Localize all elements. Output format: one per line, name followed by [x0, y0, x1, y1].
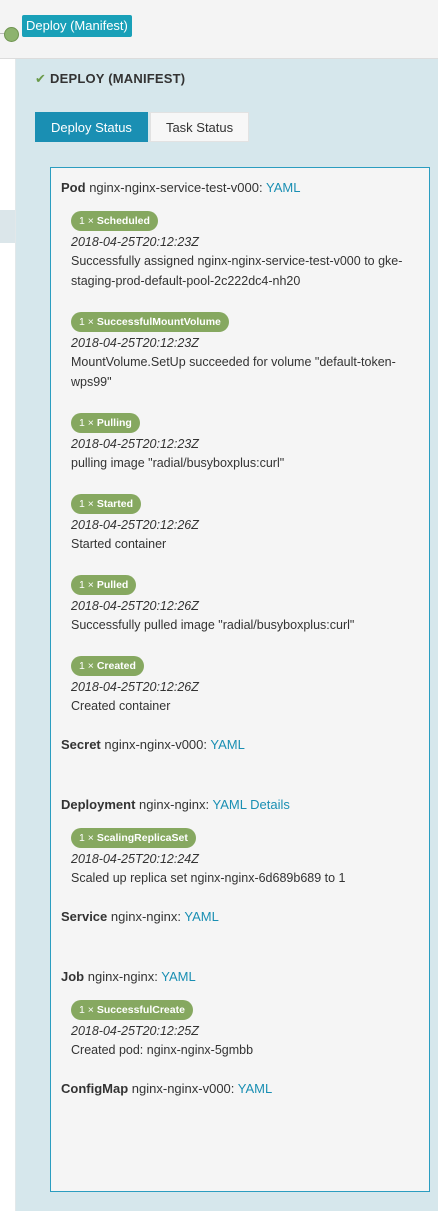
- configmap-yaml-link[interactable]: YAML: [238, 1081, 272, 1096]
- event-message: Created pod: nginx-nginx-5gmbb: [71, 1043, 254, 1057]
- event-time: 2018-04-25T20:12:26Z: [71, 599, 199, 613]
- event-badge: 1 × ScalingReplicaSet: [71, 828, 196, 848]
- resource-name: nginx-nginx-v000:: [104, 737, 207, 752]
- pod-yaml-link[interactable]: YAML: [266, 180, 300, 195]
- check-icon: ✔: [35, 71, 47, 86]
- event-item: 1 × Started 2018-04-25T20:12:26Z Started…: [71, 494, 419, 554]
- secret-yaml-link[interactable]: YAML: [210, 737, 244, 752]
- event-badge: 1 × Scheduled: [71, 211, 158, 231]
- resource-service: Service nginx-nginx: YAML: [61, 908, 419, 926]
- event-item: 1 × SuccessfulMountVolume 2018-04-25T20:…: [71, 312, 419, 392]
- resource-name: nginx-nginx:: [110, 909, 181, 924]
- event-item: 1 × SuccessfulCreate 2018-04-25T20:12:25…: [71, 1000, 419, 1060]
- event-message: Started container: [71, 537, 167, 551]
- job-yaml-link[interactable]: YAML: [161, 969, 195, 984]
- event-badge: 1 × SuccessfulMountVolume: [71, 312, 229, 332]
- deploy-status-content: Pod nginx-nginx-service-test-v000: YAML …: [61, 168, 419, 1098]
- stage-title-text: DEPLOY (MANIFEST): [50, 71, 186, 86]
- event-item: 1 × Pulled 2018-04-25T20:12:26Z Successf…: [71, 575, 419, 635]
- stage-status-dot[interactable]: [4, 27, 19, 42]
- event-time: 2018-04-25T20:12:23Z: [71, 437, 199, 451]
- resource-kind: Service: [61, 909, 108, 924]
- resource-kind: Secret: [61, 737, 101, 752]
- event-badge: 1 × Pulling: [71, 413, 140, 433]
- event-message: Successfully assigned nginx-nginx-servic…: [71, 254, 403, 268]
- resource-pod: Pod nginx-nginx-service-test-v000: YAML: [61, 179, 419, 197]
- resource-name: nginx-nginx:: [139, 797, 210, 812]
- tab-deploy-status[interactable]: Deploy Status: [35, 112, 148, 142]
- tab-task-status[interactable]: Task Status: [149, 112, 250, 142]
- event-message: pulling image "radial/busyboxplus:curl": [71, 456, 285, 470]
- event-message: MountVolume.SetUp succeeded for volume "…: [71, 355, 396, 369]
- event-time: 2018-04-25T20:12:23Z: [71, 336, 199, 350]
- resource-kind: Job: [61, 969, 85, 984]
- service-yaml-link[interactable]: YAML: [184, 909, 218, 924]
- event-message: Created container: [71, 699, 171, 713]
- deploy-status-box: Pod nginx-nginx-service-test-v000: YAML …: [50, 167, 430, 1192]
- resource-deployment: Deployment nginx-nginx: YAML Details: [61, 796, 419, 814]
- event-message: Successfully pulled image "radial/busybo…: [71, 618, 355, 632]
- stage-deploy-manifest[interactable]: Deploy (Manifest): [22, 15, 132, 37]
- event-time: 2018-04-25T20:12:23Z: [71, 235, 199, 249]
- resource-name: nginx-nginx-service-test-v000:: [89, 180, 263, 195]
- event-message-cont: staging-prod-default-pool-2c222dc4-nh20: [71, 274, 301, 288]
- resource-kind: Deployment: [61, 797, 136, 812]
- stage-detail-title: ✔ DEPLOY (MANIFEST): [35, 71, 185, 87]
- resource-configmap: ConfigMap nginx-nginx-v000: YAML: [61, 1080, 419, 1098]
- stage-list-selected-row[interactable]: [0, 210, 15, 243]
- event-item: 1 × Created 2018-04-25T20:12:26Z Created…: [71, 656, 419, 716]
- event-badge: 1 × Started: [71, 494, 141, 514]
- event-message: Scaled up replica set nginx-nginx-6d689b…: [71, 871, 346, 885]
- resource-kind: ConfigMap: [61, 1081, 129, 1096]
- deployment-yaml-link[interactable]: YAML: [213, 797, 247, 812]
- event-item: 1 × Scheduled 2018-04-25T20:12:23Z Succe…: [71, 211, 419, 291]
- event-time: 2018-04-25T20:12:26Z: [71, 518, 199, 532]
- deployment-details-link[interactable]: Details: [250, 797, 290, 812]
- event-time: 2018-04-25T20:12:26Z: [71, 680, 199, 694]
- resource-kind: Pod: [61, 180, 86, 195]
- event-time: 2018-04-25T20:12:24Z: [71, 852, 199, 866]
- pipeline-bar: Deploy (Manifest): [0, 0, 438, 59]
- resource-name: nginx-nginx:: [87, 969, 158, 984]
- resource-secret: Secret nginx-nginx-v000: YAML: [61, 736, 419, 754]
- event-message-cont: wps99": [71, 375, 112, 389]
- detail-tabs: Deploy Status Task Status: [35, 112, 250, 142]
- resource-name: nginx-nginx-v000:: [131, 1081, 235, 1096]
- stage-detail-panel: ✔ DEPLOY (MANIFEST) Deploy Status Task St…: [16, 59, 438, 1211]
- event-badge: 1 × SuccessfulCreate: [71, 1000, 193, 1020]
- event-item: 1 × ScalingReplicaSet 2018-04-25T20:12:2…: [71, 828, 419, 888]
- stage-list: [0, 59, 16, 1211]
- event-badge: 1 × Created: [71, 656, 144, 676]
- resource-job: Job nginx-nginx: YAML: [61, 968, 419, 986]
- event-time: 2018-04-25T20:12:25Z: [71, 1024, 199, 1038]
- event-item: 1 × Pulling 2018-04-25T20:12:23Z pulling…: [71, 413, 419, 473]
- event-badge: 1 × Pulled: [71, 575, 137, 595]
